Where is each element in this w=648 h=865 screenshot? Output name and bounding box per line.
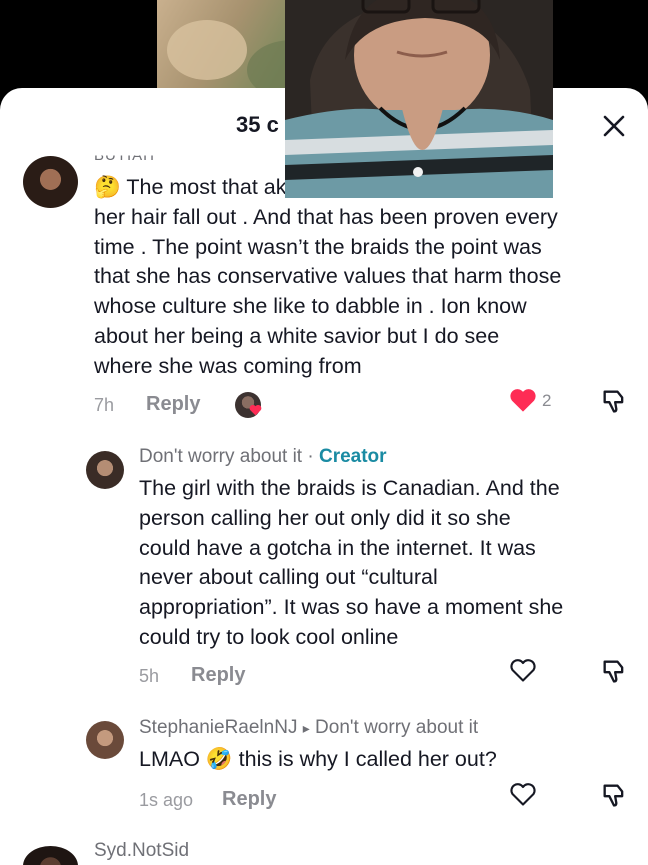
reply-button[interactable]: Reply	[222, 788, 276, 811]
close-icon	[603, 115, 625, 137]
like-count: 2	[542, 391, 552, 410]
person-video-frame	[285, 0, 553, 198]
close-button[interactable]	[598, 110, 630, 142]
like-button[interactable]	[508, 780, 538, 808]
heart-outline-icon	[510, 783, 536, 806]
like-button[interactable]	[508, 656, 538, 684]
comment-line: The girl with the braids is Canadian. An…	[139, 476, 560, 500]
username-text[interactable]: StephanieRaelnNJ	[139, 717, 297, 738]
comment-line: appropriation”. It was so have a moment …	[139, 595, 564, 620]
pip-video-overlay[interactable]	[285, 0, 553, 198]
comment-line: whose culture she like to dabble in . Io…	[94, 294, 527, 319]
dislike-button[interactable]	[598, 386, 630, 416]
comment-line: about her being a white savior but I do …	[94, 323, 500, 348]
comment-text: The girl with the braids is Canadian. An…	[139, 474, 639, 653]
avatar[interactable]	[23, 156, 78, 208]
reply-button[interactable]: Reply	[146, 393, 200, 416]
thumbs-down-icon	[603, 660, 624, 683]
video-shape	[167, 20, 247, 80]
comment-timestamp: 5h	[139, 666, 160, 686]
comment-line: her hair fall out . And that has been pr…	[94, 204, 558, 229]
thumbs-down-icon	[603, 784, 624, 807]
dislike-button[interactable]	[598, 656, 630, 686]
comment-line: where she was coming from	[94, 353, 362, 378]
comment-line: person calling her out only did it so sh…	[139, 505, 511, 530]
separator: ·	[302, 446, 319, 467]
comment-username: StephanieRaelnNJ ▸ Don't worry about it	[139, 717, 478, 739]
comment-username[interactable]: Syd.NotSid	[94, 840, 189, 862]
comment-line: never about calling out “cultural	[139, 565, 438, 590]
username-text[interactable]: Don't worry about it	[139, 446, 302, 467]
comment-line: time . The point wasn’t the braids the p…	[94, 234, 542, 259]
heart-filled-icon	[510, 389, 536, 412]
comment-timestamp: 7h	[94, 395, 115, 415]
reply-button[interactable]: Reply	[191, 664, 245, 687]
comment-text: LMAO 🤣 this is why I called her out?	[139, 747, 497, 771]
comment-text: 🤔 The most that ake her hair fall out . …	[94, 173, 634, 382]
comment-line: that she has conservative values that ha…	[94, 264, 562, 289]
creator-badge: Creator	[318, 446, 387, 467]
comment-line: could try to look cool online	[139, 624, 399, 649]
comment-count-title: 35 c	[236, 112, 279, 137]
comment-timestamp: 1s ago	[139, 790, 194, 810]
comment-username: Don't worry about it · Creator	[139, 446, 387, 468]
thumbs-down-icon	[603, 390, 624, 413]
dislike-button[interactable]	[598, 780, 630, 810]
reply-to-user[interactable]: Don't worry about it	[315, 717, 478, 738]
like-button[interactable]	[508, 386, 538, 414]
reply-arrow-icon: ▸	[302, 720, 310, 736]
avatar[interactable]	[86, 451, 124, 489]
avatar[interactable]	[86, 721, 124, 759]
heart-badge-icon	[249, 404, 262, 416]
comment-line: could have a gotcha in the internet. It …	[139, 535, 536, 560]
heart-outline-icon	[510, 659, 536, 682]
